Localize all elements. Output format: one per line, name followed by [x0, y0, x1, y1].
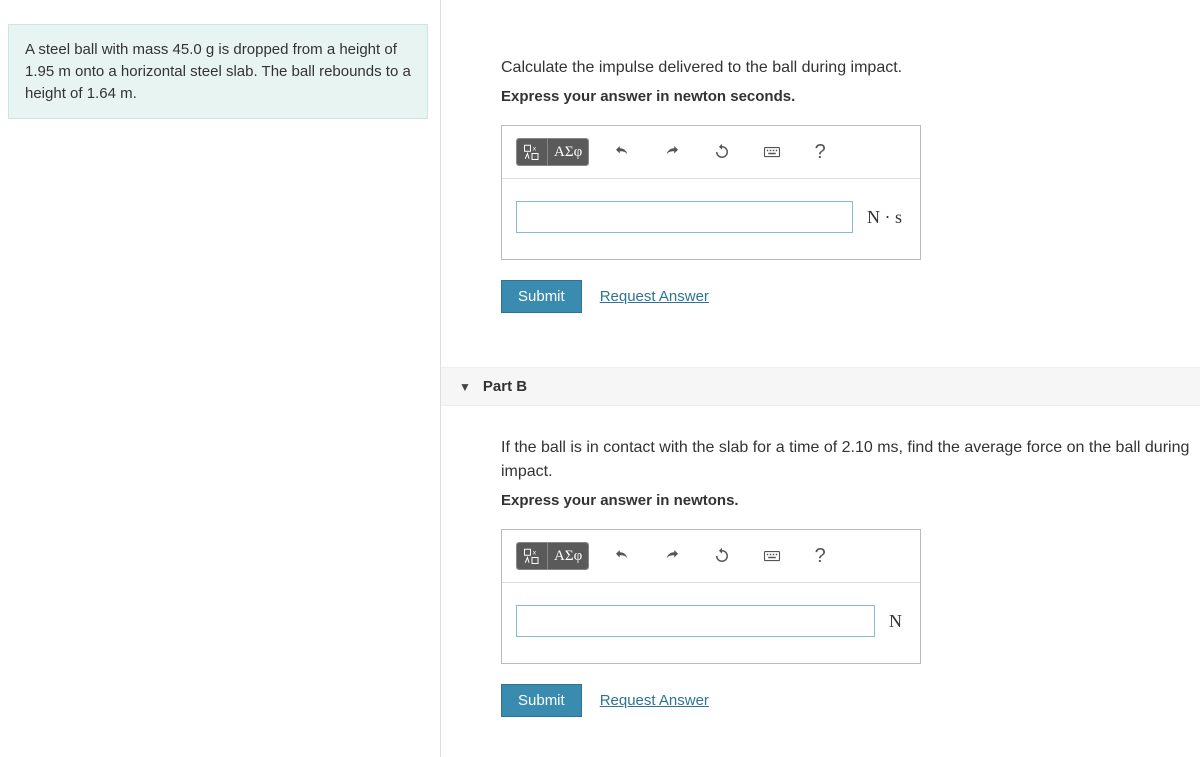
part-a-request-answer-link[interactable]: Request Answer — [600, 288, 709, 305]
svg-text:x: x — [533, 550, 537, 557]
problem-statement: A steel ball with mass 45.0 g is dropped… — [8, 24, 428, 119]
part-a-answer-input[interactable] — [516, 201, 853, 233]
part-b-answer-widget: x ΑΣφ — [501, 529, 921, 664]
part-b-title: Part B — [483, 378, 527, 395]
reset-icon — [713, 547, 731, 565]
undo-button[interactable] — [605, 139, 639, 165]
part-a-actions: Submit Request Answer — [501, 280, 1200, 313]
part-b-answer-input[interactable] — [516, 605, 875, 637]
part-a-unit: N · s — [867, 207, 902, 228]
templates-icon: x — [523, 547, 541, 565]
redo-button[interactable] — [655, 139, 689, 165]
templates-button[interactable]: x — [517, 139, 548, 165]
part-a-answer-row: N · s — [502, 179, 920, 259]
part-b-hint: Express your answer in newtons. — [501, 492, 1200, 509]
part-b-section: If the ball is in contact with the slab … — [441, 436, 1200, 737]
part-a-hint: Express your answer in newton seconds. — [501, 88, 1200, 105]
svg-text:x: x — [533, 146, 537, 153]
reset-button[interactable] — [705, 543, 739, 569]
part-a-answer-widget: x ΑΣφ — [501, 125, 921, 260]
reset-button[interactable] — [705, 139, 739, 165]
tb-template-group-b: x ΑΣφ — [516, 542, 589, 570]
part-b-header[interactable]: ▼ Part B — [441, 367, 1200, 406]
caret-down-icon: ▼ — [459, 380, 471, 394]
part-a-section: Calculate the impulse delivered to the b… — [441, 56, 1200, 333]
redo-icon — [663, 547, 681, 565]
part-b-request-answer-link[interactable]: Request Answer — [600, 692, 709, 709]
keyboard-icon — [763, 547, 781, 565]
tb-template-group: x ΑΣφ — [516, 138, 589, 166]
part-b-answer-row: N — [502, 583, 920, 663]
greek-button[interactable]: ΑΣφ — [548, 543, 588, 569]
greek-button[interactable]: ΑΣφ — [548, 139, 588, 165]
right-column: Calculate the impulse delivered to the b… — [441, 0, 1200, 757]
part-a-prompt: Calculate the impulse delivered to the b… — [501, 56, 1200, 80]
undo-icon — [613, 547, 631, 565]
redo-button[interactable] — [655, 543, 689, 569]
help-button[interactable]: ? — [805, 139, 835, 165]
part-b-toolbar: x ΑΣφ — [502, 530, 920, 583]
part-a-toolbar: x ΑΣφ — [502, 126, 920, 179]
part-a-submit-button[interactable]: Submit — [501, 280, 582, 313]
help-button[interactable]: ? — [805, 543, 835, 569]
keyboard-button[interactable] — [755, 543, 789, 569]
undo-icon — [613, 143, 631, 161]
redo-icon — [663, 143, 681, 161]
left-column: A steel ball with mass 45.0 g is dropped… — [0, 0, 440, 757]
templates-icon: x — [523, 143, 541, 161]
undo-button[interactable] — [605, 543, 639, 569]
part-b-unit: N — [889, 611, 902, 632]
part-b-prompt: If the ball is in contact with the slab … — [501, 436, 1200, 484]
keyboard-button[interactable] — [755, 139, 789, 165]
page: A steel ball with mass 45.0 g is dropped… — [0, 0, 1200, 757]
templates-button[interactable]: x — [517, 543, 548, 569]
reset-icon — [713, 143, 731, 161]
part-b-submit-button[interactable]: Submit — [501, 684, 582, 717]
part-b-actions: Submit Request Answer — [501, 684, 1200, 717]
keyboard-icon — [763, 143, 781, 161]
